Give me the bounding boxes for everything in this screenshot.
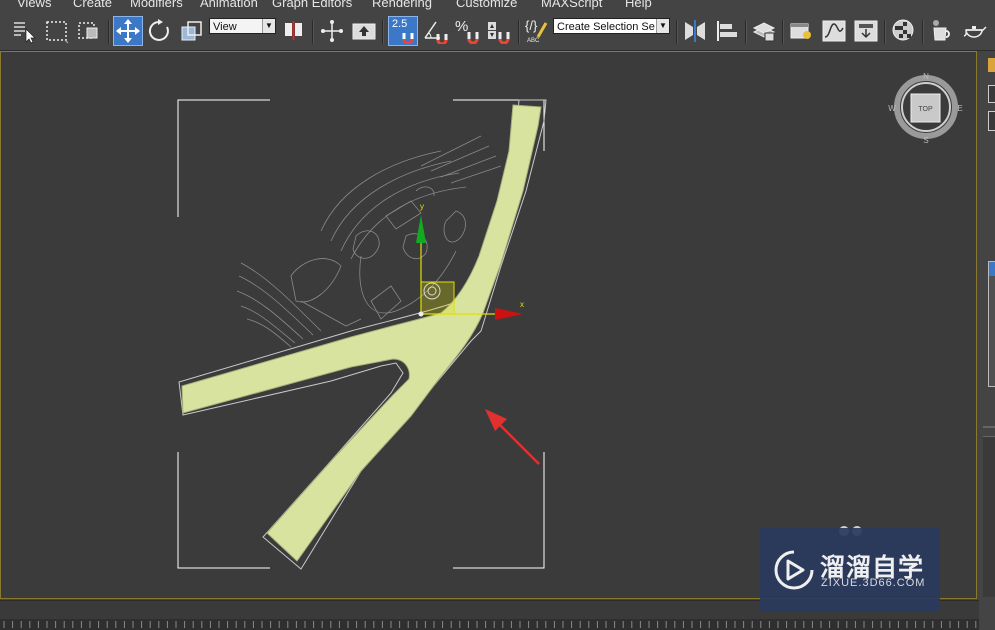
compass-west-label: W xyxy=(888,104,896,113)
reference-coordinate-value: View xyxy=(213,21,237,33)
watermark-banner: 溜溜自学 ZIXUE.3D66.COM xyxy=(760,528,940,612)
layer-manager-button[interactable] xyxy=(750,16,778,46)
compass-east-label: E xyxy=(957,104,962,113)
menu-animation[interactable]: Animation xyxy=(200,0,258,10)
chevron-down-icon: ▼ xyxy=(262,19,275,33)
create-tab-icon[interactable] xyxy=(988,58,995,72)
menu-rendering[interactable]: Rendering xyxy=(372,0,432,10)
watermark-url: ZIXUE.3D66.COM xyxy=(821,577,926,589)
spinner-snap-icon xyxy=(488,22,510,44)
percent-snap-button[interactable]: % xyxy=(453,16,481,46)
panel-list-selected-item[interactable] xyxy=(989,262,995,276)
material-editor-icon xyxy=(892,19,914,41)
edit-named-selection-label: {/} xyxy=(525,18,538,33)
reference-coordinate-dropdown[interactable]: View ▼ xyxy=(209,18,276,34)
scene-explorer-button[interactable] xyxy=(788,16,816,46)
move-icon xyxy=(116,19,140,43)
percent-snap-label: % xyxy=(455,18,469,35)
viewport-canvas: y x TOP N S E W xyxy=(177,72,963,570)
menu-graph-editors[interactable]: Graph Editors xyxy=(272,0,352,10)
menu-maxscript[interactable]: MAXScript xyxy=(541,0,602,10)
rectangular-selection-button[interactable] xyxy=(43,16,71,46)
snap-toggle-button[interactable]: 2.5 xyxy=(388,16,418,46)
rectangular-selection-icon xyxy=(46,21,69,44)
align-button[interactable] xyxy=(713,16,741,46)
compass-south-label: S xyxy=(923,136,928,145)
top-viewport[interactable]: y x TOP N S E W xyxy=(0,51,977,599)
pivot-center-icon xyxy=(285,21,302,40)
schematic-view-button[interactable] xyxy=(852,16,880,46)
edit-named-selection-button[interactable]: {/} ABC xyxy=(523,16,549,46)
material-editor-button[interactable] xyxy=(890,16,918,46)
select-by-name-icon xyxy=(14,22,36,44)
menu-create[interactable]: Create xyxy=(73,0,112,10)
annotation-arrow xyxy=(485,409,540,465)
gizmo-x-label: x xyxy=(520,300,524,309)
chevron-down-icon: ▼ xyxy=(656,19,669,33)
scale-icon xyxy=(181,21,202,41)
panel-list[interactable] xyxy=(988,261,995,387)
window-crossing-button[interactable] xyxy=(75,16,103,46)
mirror-icon xyxy=(685,20,705,42)
compass-north-label: N xyxy=(923,72,929,81)
render-setup-icon xyxy=(933,20,950,41)
menu-help[interactable]: Help xyxy=(625,0,652,10)
road-surface xyxy=(181,104,542,562)
schematic-view-icon xyxy=(854,20,878,42)
select-and-manipulate-button[interactable] xyxy=(318,16,346,46)
viewcube-face-label: TOP xyxy=(918,106,933,113)
select-and-scale-button[interactable] xyxy=(178,16,206,46)
snap-toggle-label: 2.5 xyxy=(392,18,408,30)
edit-named-selection-caption: ABC xyxy=(527,38,540,44)
keyboard-shortcut-override-button[interactable] xyxy=(350,16,378,46)
viewcube[interactable]: TOP N S E W xyxy=(888,72,962,145)
main-toolbar: View ▼ 2.5 % {/} ABC Create Selection Se… xyxy=(0,12,995,51)
curve-editor-button[interactable] xyxy=(820,16,848,46)
menu-modifiers[interactable]: Modifiers xyxy=(130,0,183,10)
panel-divider xyxy=(983,426,995,428)
keyboard-shortcut-icon xyxy=(352,23,376,40)
select-by-name-button[interactable] xyxy=(10,16,38,46)
command-panel xyxy=(979,51,995,629)
pivot-center-button[interactable] xyxy=(280,16,308,46)
align-icon xyxy=(717,21,737,41)
panel-field[interactable] xyxy=(988,111,995,131)
menu-views[interactable]: Views xyxy=(17,0,51,10)
angle-snap-button[interactable] xyxy=(421,16,449,46)
teapot-icon xyxy=(963,26,987,38)
panel-field[interactable] xyxy=(988,85,995,103)
select-and-rotate-button[interactable] xyxy=(146,16,174,46)
menu-bar: Views Create Modifiers Animation Graph E… xyxy=(0,0,995,12)
rotate-icon xyxy=(148,19,169,41)
named-selection-sets-value: Create Selection Se xyxy=(557,21,655,33)
panel-lower-area xyxy=(983,436,995,597)
select-and-move-button[interactable] xyxy=(113,16,143,46)
render-setup-button[interactable] xyxy=(928,16,956,46)
window-crossing-icon xyxy=(78,22,98,39)
angle-snap-icon xyxy=(424,21,448,44)
play-logo-icon xyxy=(774,550,814,590)
render-frame-button[interactable] xyxy=(960,16,988,46)
mirror-button[interactable] xyxy=(681,16,709,46)
manipulate-icon xyxy=(321,20,343,42)
scene-explorer-icon xyxy=(790,23,811,39)
menu-customize[interactable]: Customize xyxy=(456,0,517,10)
layers-icon xyxy=(752,22,776,42)
spinner-snap-button[interactable] xyxy=(485,16,513,46)
curve-editor-icon xyxy=(822,20,846,42)
named-selection-sets-dropdown[interactable]: Create Selection Se ▼ xyxy=(553,18,670,34)
gizmo-y-label: y xyxy=(420,202,424,211)
